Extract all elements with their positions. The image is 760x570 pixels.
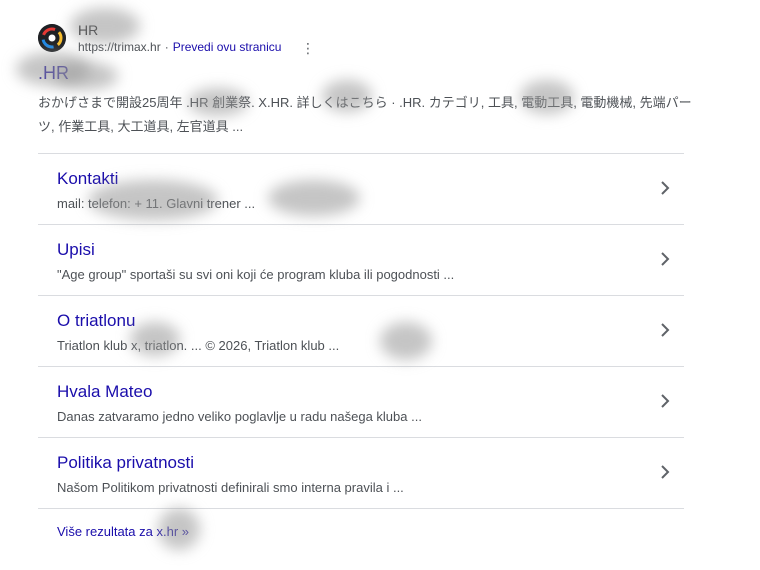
sitelink-upisi[interactable]: Upisi "Age group" sportaši su svi oni ko… bbox=[38, 225, 684, 296]
sitelink-title[interactable]: Kontakti bbox=[57, 169, 118, 189]
sitelink-title[interactable]: Politika privatnosti bbox=[57, 453, 194, 473]
chevron-right-icon[interactable] bbox=[660, 252, 670, 266]
sitelink-title[interactable]: Upisi bbox=[57, 240, 95, 260]
sitelink-description: Našom Politikom privatnosti definirali s… bbox=[57, 480, 404, 495]
site-url[interactable]: https://trimax.hr bbox=[78, 40, 161, 54]
sitelink-description: Danas zatvaramo jedno veliko poglavlje u… bbox=[57, 409, 422, 424]
sitelink-title[interactable]: O triatlonu bbox=[57, 311, 135, 331]
sitelink-description: mail: telefon: + 11. Glavni trener ... bbox=[57, 196, 256, 211]
sitelink-hvala-mateo[interactable]: Hvala Mateo Danas zatvaramo jedno veliko… bbox=[38, 367, 684, 438]
sitelink-description: Triatlon klub x, triatlon. ... © 2026, T… bbox=[57, 338, 340, 353]
sitelinks-list: Kontakti mail: telefon: + 11. Glavni tre… bbox=[38, 153, 684, 509]
sitelink-politika-privatnosti[interactable]: Politika privatnosti Našom Politikom pri… bbox=[38, 438, 684, 509]
url-line: https://trimax.hr · Prevedi ovu stranicu bbox=[78, 40, 281, 54]
more-results-link[interactable]: Više rezultata za x.hr » bbox=[57, 524, 189, 539]
url-separator: · bbox=[164, 40, 169, 54]
sitelink-kontakti[interactable]: Kontakti mail: telefon: + 11. Glavni tre… bbox=[38, 154, 684, 225]
site-favicon-icon[interactable] bbox=[38, 24, 66, 52]
sitelink-o-triatlonu[interactable]: O triatlonu Triatlon klub x, triatlon. .… bbox=[38, 296, 684, 367]
translate-page-link[interactable]: Prevedi ovu stranicu bbox=[173, 40, 282, 54]
sitelink-title[interactable]: Hvala Mateo bbox=[57, 382, 152, 402]
chevron-right-icon[interactable] bbox=[660, 323, 670, 337]
sitelink-description: "Age group" sportaši su svi oni koji će … bbox=[57, 267, 455, 282]
chevron-right-icon[interactable] bbox=[660, 181, 670, 195]
site-name[interactable]: HR bbox=[78, 22, 98, 38]
more-vert-icon[interactable]: ⋮ bbox=[300, 38, 316, 58]
chevron-right-icon[interactable] bbox=[660, 394, 670, 408]
search-result: HR https://trimax.hr · Prevedi ovu stranic… bbox=[0, 0, 760, 570]
chevron-right-icon[interactable] bbox=[660, 465, 670, 479]
result-title-link[interactable]: .HR bbox=[38, 63, 69, 84]
result-snippet: おかげさまで開設25周年 .HR 創業祭. X.HR. 詳しくはこちら · .H… bbox=[38, 95, 692, 134]
